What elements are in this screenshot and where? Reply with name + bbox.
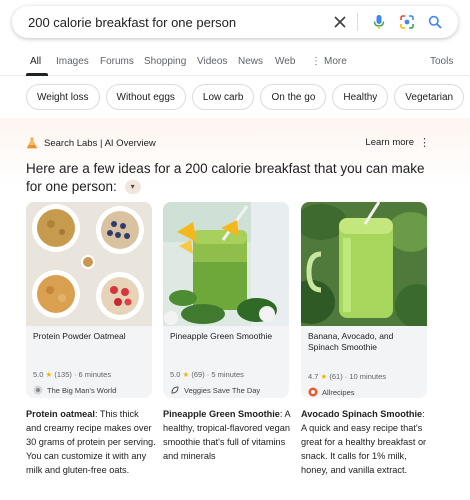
recipe-rating: 5.0 ★ (69) · 5 minutes bbox=[170, 370, 244, 379]
chip-without-eggs[interactable]: Without eggs bbox=[105, 84, 186, 110]
learn-more-link[interactable]: Learn more bbox=[365, 137, 414, 148]
rating-value: 4.7 bbox=[308, 372, 319, 381]
mic-icon[interactable] bbox=[368, 11, 390, 33]
divider bbox=[357, 13, 358, 31]
chip-low-carb[interactable]: Low carb bbox=[191, 84, 255, 110]
cook-time: 6 minutes bbox=[78, 370, 112, 379]
tab-videos[interactable]: Videos bbox=[197, 56, 227, 67]
refinement-chips: Weight loss Without eggs Low carb On the… bbox=[26, 84, 465, 110]
description-heading: Pineapple Green Smoothie bbox=[163, 409, 280, 419]
search-input[interactable]: 200 calorie breakfast for one person bbox=[28, 15, 323, 30]
description-heading: Protein oatmeal bbox=[26, 409, 95, 419]
recipe-card[interactable]: Protein Powder Oatmeal 5.0 ★ (135) · 6 m… bbox=[26, 202, 152, 398]
flask-icon bbox=[27, 137, 37, 149]
recipe-image-oatmeal bbox=[26, 202, 152, 326]
recipe-rating: 4.7 ★ (61) · 10 minutes bbox=[308, 372, 387, 381]
recipe-card[interactable]: Pineapple Green Smoothie 5.0 ★ (69) · 5 … bbox=[163, 202, 289, 398]
rating-count: (61) bbox=[329, 372, 343, 381]
recipe-title: Pineapple Green Smoothie bbox=[170, 331, 273, 341]
ai-overview: Search Labs | AI Overview Learn more ⋮ H… bbox=[0, 118, 470, 500]
source-name: Allrecipes bbox=[322, 387, 355, 397]
recipe-source: The Big Man's World bbox=[33, 385, 116, 395]
ai-overview-headline: Here are a few ideas for a 200 calorie b… bbox=[26, 160, 436, 196]
recipe-rating: 5.0 ★ (135) · 6 minutes bbox=[33, 370, 112, 379]
rating-value: 5.0 bbox=[33, 370, 44, 379]
site-favicon-icon bbox=[33, 385, 43, 395]
rating-count: (69) bbox=[191, 370, 205, 379]
cook-time: 5 minutes bbox=[211, 370, 244, 379]
recipe-description: Protein oatmeal: This thick and creamy r… bbox=[26, 407, 156, 477]
leaf-favicon-icon bbox=[170, 385, 180, 395]
tab-news[interactable]: News bbox=[238, 56, 263, 67]
star-icon: ★ bbox=[182, 370, 190, 379]
recipe-card[interactable]: Banana, Avocado, and Spinach Smoothie 4.… bbox=[301, 202, 427, 398]
ai-overview-label: Search Labs | AI Overview bbox=[44, 137, 156, 149]
allrecipes-favicon-icon bbox=[308, 387, 318, 397]
recipe-title: Banana, Avocado, and Spinach Smoothie bbox=[308, 331, 394, 352]
clear-icon[interactable] bbox=[329, 11, 351, 33]
chip-weight-loss[interactable]: Weight loss bbox=[26, 84, 100, 110]
rating-count: (135) bbox=[54, 370, 72, 379]
tab-forums[interactable]: Forums bbox=[100, 56, 134, 67]
star-icon: ★ bbox=[45, 370, 53, 379]
tab-more-label: More bbox=[324, 56, 347, 67]
more-vert-icon[interactable]: ⋮ bbox=[419, 136, 430, 149]
recipe-source: Allrecipes bbox=[308, 387, 355, 397]
source-name: Veggies Save The Day bbox=[184, 385, 261, 395]
description-heading: Avocado Spinach Smoothie bbox=[301, 409, 423, 419]
recipe-description: Pineapple Green Smoothie: A healthy, tro… bbox=[163, 407, 293, 463]
tab-images[interactable]: Images bbox=[56, 56, 89, 67]
recipe-description: Avocado Spinach Smoothie: A quick and ea… bbox=[301, 407, 431, 477]
recipe-image-green-smoothie bbox=[163, 202, 289, 326]
lens-icon[interactable] bbox=[396, 11, 418, 33]
headline-text: Here are a few ideas for a 200 calorie b… bbox=[26, 161, 425, 194]
recipe-image-avocado-smoothie bbox=[301, 202, 427, 326]
tab-shopping[interactable]: Shopping bbox=[144, 56, 186, 67]
tab-more[interactable]: ⋮ More bbox=[311, 56, 347, 67]
chip-healthy[interactable]: Healthy bbox=[332, 84, 389, 110]
search-icon[interactable] bbox=[424, 11, 446, 33]
chip-on-the-go[interactable]: On the go bbox=[260, 84, 327, 110]
recipe-source: Veggies Save The Day bbox=[170, 385, 260, 395]
source-name: The Big Man's World bbox=[47, 385, 117, 395]
chip-vegetarian[interactable]: Vegetarian bbox=[394, 84, 465, 110]
tab-web[interactable]: Web bbox=[275, 56, 295, 67]
tab-all[interactable]: All bbox=[30, 56, 41, 67]
ai-overview-header: Search Labs | AI Overview bbox=[26, 137, 156, 149]
search-bar[interactable]: 200 calorie breakfast for one person bbox=[12, 6, 458, 38]
search-tabs: All Images Forums Shopping Videos News W… bbox=[0, 48, 470, 76]
more-vert-icon: ⋮ bbox=[311, 56, 321, 67]
cook-time: 10 minutes bbox=[349, 372, 387, 381]
star-icon: ★ bbox=[320, 372, 328, 381]
chevron-down-icon[interactable]: ▾ bbox=[124, 180, 141, 195]
rating-value: 5.0 bbox=[170, 370, 181, 379]
recipe-title: Protein Powder Oatmeal bbox=[33, 331, 126, 341]
active-tab-indicator bbox=[26, 73, 48, 76]
tab-tools[interactable]: Tools bbox=[430, 56, 453, 67]
